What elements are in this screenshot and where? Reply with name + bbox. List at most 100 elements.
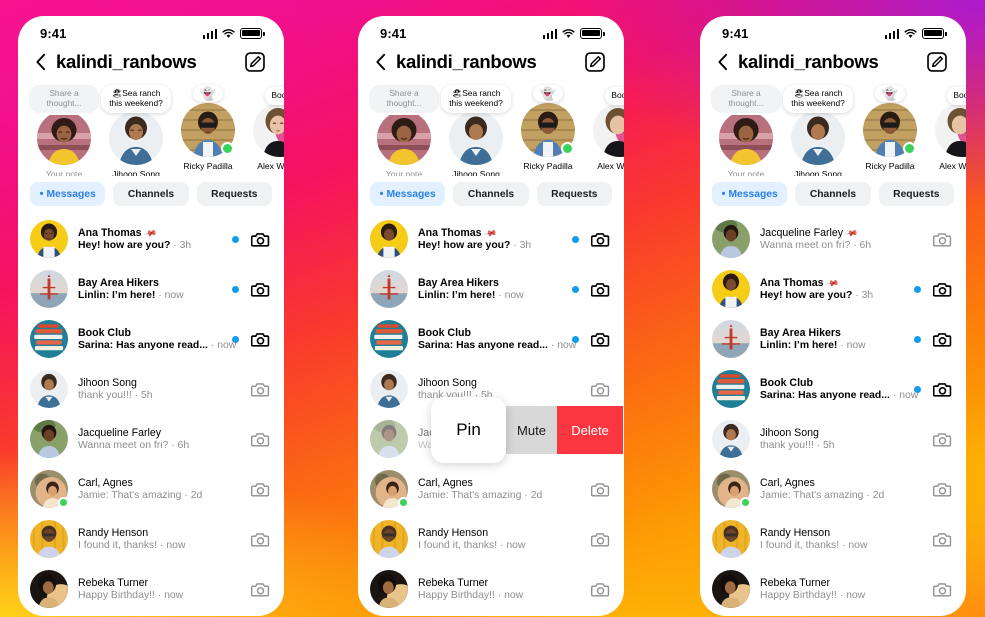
tab-requests[interactable]: Requests <box>878 182 954 206</box>
your-note-avatar[interactable] <box>719 110 773 165</box>
note-bubble-text[interactable]: 👻 <box>192 85 224 102</box>
camera-icon[interactable] <box>251 581 270 598</box>
note-ricky-padilla[interactable]: 👻 Ricky Padilla <box>172 85 244 176</box>
note-jihoon-song[interactable]: 🏖Sea ranch this weekend? Jihoon Song <box>440 85 512 176</box>
camera-icon[interactable] <box>251 381 270 398</box>
inbox-tabs[interactable]: • Messages Channels Requests <box>358 176 624 214</box>
alex-walker-avatar[interactable] <box>935 103 966 157</box>
mute-button[interactable]: Mute <box>506 406 557 454</box>
jacqueline-farley-avatar[interactable] <box>30 420 68 458</box>
ana-thomas-avatar[interactable] <box>370 220 408 258</box>
note-ricky-padilla[interactable]: 👻 Ricky Padilla <box>512 85 584 176</box>
note-bubble-text[interactable]: Boo! <box>947 87 966 105</box>
camera-icon[interactable] <box>932 381 952 398</box>
camera-icon[interactable] <box>933 531 952 548</box>
camera-icon[interactable] <box>591 381 610 398</box>
jihoon-song-avatar[interactable] <box>449 110 503 165</box>
note-bubble-text[interactable]: Boo! <box>265 87 284 105</box>
ricky-padilla-avatar[interactable] <box>863 103 917 157</box>
rebeka-turner-avatar[interactable] <box>712 570 750 608</box>
rebeka-turner-avatar[interactable] <box>30 570 68 608</box>
carl-agnes-avatar[interactable] <box>712 470 751 508</box>
jacqueline-farley-avatar[interactable] <box>712 220 750 258</box>
compose-icon[interactable] <box>926 51 948 73</box>
notes-row[interactable]: Share a thought... Your note 🏖Sea ranch … <box>358 81 624 176</box>
tab-channels[interactable]: Channels <box>113 182 189 206</box>
camera-icon[interactable] <box>251 481 270 498</box>
table-row[interactable]: Book Club Sarina: Has anyone read... · n… <box>358 314 624 364</box>
note-bubble-text[interactable]: 👻 <box>532 85 564 102</box>
bay-area-hikers-avatar[interactable] <box>712 320 750 358</box>
book-club-avatar[interactable] <box>30 320 68 358</box>
table-row[interactable]: Ana Thomas 📌 Hey! how are you? · 3h <box>18 214 284 264</box>
bay-area-hikers-avatar[interactable] <box>30 270 68 308</box>
inbox-tabs[interactable]: • Messages Channels Requests <box>700 176 966 214</box>
back-chevron-icon[interactable] <box>714 51 730 73</box>
note-bubble-text[interactable]: Share a thought... <box>369 85 439 113</box>
note-bubble-text[interactable]: Share a thought... <box>711 85 781 113</box>
table-row[interactable]: Ana Thomas 📌 Hey! how are you? · 3h <box>700 264 966 314</box>
note-alex-walker[interactable]: Boo! Alex Walker <box>244 85 284 176</box>
note-alex-walker[interactable]: Boo! Alex Walker <box>926 85 966 176</box>
note-bubble-text[interactable]: Share a thought... <box>29 85 99 113</box>
camera-icon[interactable] <box>250 331 270 348</box>
note-alex-walker[interactable]: Boo! Alex Walker <box>584 85 624 176</box>
tab-messages[interactable]: • Messages <box>30 182 106 206</box>
compose-icon[interactable] <box>584 51 606 73</box>
camera-icon[interactable] <box>932 331 952 348</box>
back-chevron-icon[interactable] <box>32 51 48 73</box>
tab-channels[interactable]: Channels <box>795 182 871 206</box>
carl-agnes-avatar[interactable] <box>370 470 409 508</box>
book-club-avatar[interactable] <box>370 320 408 358</box>
camera-icon[interactable] <box>933 481 952 498</box>
camera-icon[interactable] <box>933 431 952 448</box>
camera-icon[interactable] <box>250 281 270 298</box>
your-note-avatar[interactable] <box>377 110 431 165</box>
note-bubble-text[interactable]: 🏖Sea ranch this weekend? <box>101 85 171 113</box>
table-row[interactable]: Randy Henson I found it, thanks! · now <box>358 514 624 564</box>
note-bubble-text[interactable]: 🏖Sea ranch this weekend? <box>441 85 511 113</box>
jihoon-song-avatar[interactable] <box>712 420 750 458</box>
camera-icon[interactable] <box>250 231 270 248</box>
randy-henson-avatar[interactable] <box>30 520 68 558</box>
note-your-note[interactable]: Share a thought... Your note <box>368 85 440 176</box>
note-ricky-padilla[interactable]: 👻 Ricky Padilla <box>854 85 926 176</box>
camera-icon[interactable] <box>590 231 610 248</box>
camera-icon[interactable] <box>251 531 270 548</box>
camera-icon[interactable] <box>591 481 610 498</box>
tab-requests[interactable]: Requests <box>536 182 612 206</box>
tab-messages[interactable]: • Messages <box>712 182 788 206</box>
tab-messages[interactable]: • Messages <box>370 182 446 206</box>
randy-henson-avatar[interactable] <box>712 520 750 558</box>
camera-icon[interactable] <box>933 581 952 598</box>
jihoon-song-avatar[interactable] <box>791 110 845 165</box>
ana-thomas-avatar[interactable] <box>712 270 750 308</box>
table-row[interactable]: Ana Thomas 📌 Hey! how are you? · 3h <box>358 214 624 264</box>
carl-agnes-avatar[interactable] <box>30 470 69 508</box>
note-jihoon-song[interactable]: 🏖Sea ranch this weekend? Jihoon Song <box>782 85 854 176</box>
note-your-note[interactable]: Share a thought... Your note <box>710 85 782 176</box>
delete-button[interactable]: Delete <box>557 406 623 454</box>
table-row[interactable]: Jacqueline Farley 📌 Wanna meet on fri? · … <box>700 214 966 264</box>
table-row[interactable]: Rebeka Turner Happy Birthday!! · now <box>358 564 624 614</box>
note-your-note[interactable]: Share a thought... Your note <box>28 85 100 176</box>
table-row[interactable]: Rebeka Turner Happy Birthday!! · now <box>18 564 284 614</box>
table-row[interactable]: Book Club Sarina: Has anyone read... · n… <box>700 364 966 414</box>
table-row[interactable]: Book Club Sarina: Has anyone read... · n… <box>18 314 284 364</box>
table-row[interactable]: Carl, Agnes Jamie: That's amazing · 2d <box>358 464 624 514</box>
camera-icon[interactable] <box>591 531 610 548</box>
note-bubble-text[interactable]: 👻 <box>874 85 906 102</box>
camera-icon[interactable] <box>590 281 610 298</box>
jacqueline-farley-avatar[interactable] <box>370 420 408 458</box>
table-row[interactable]: Jihoon Song thank you!!! · 5h <box>18 364 284 414</box>
camera-icon[interactable] <box>591 581 610 598</box>
camera-icon[interactable] <box>932 281 952 298</box>
table-row[interactable]: Randy Henson I found it, thanks! · now <box>700 514 966 564</box>
note-jihoon-song[interactable]: 🏖Sea ranch this weekend? Jihoon Song <box>100 85 172 176</box>
your-note-avatar[interactable] <box>37 110 91 165</box>
swipe-action-menu[interactable]: Pin Mute Delete <box>431 397 624 463</box>
table-row[interactable]: Rebeka Turner Happy Birthday!! · now <box>700 564 966 614</box>
camera-icon[interactable] <box>251 431 270 448</box>
book-club-avatar[interactable] <box>712 370 750 408</box>
ricky-padilla-avatar[interactable] <box>521 103 575 157</box>
